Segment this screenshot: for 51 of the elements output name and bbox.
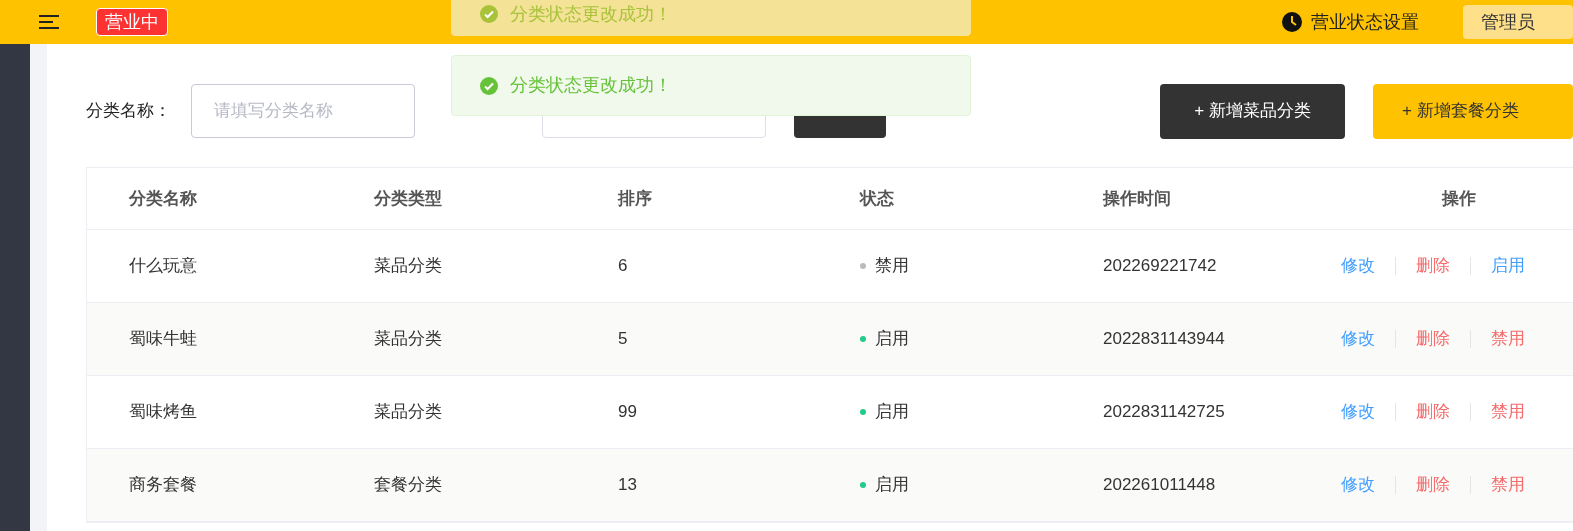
status-text: 启用 bbox=[875, 474, 909, 497]
column-header: 分类类型 bbox=[374, 187, 443, 210]
status-text: 启用 bbox=[875, 328, 909, 351]
disable-link[interactable]: 禁用 bbox=[1491, 326, 1525, 352]
add-combo-category-button[interactable]: + 新增套餐分类 bbox=[1373, 83, 1573, 139]
name-field[interactable]: 请填写分类名称 bbox=[190, 84, 415, 138]
add-dish-category-button[interactable]: + 新增菜品分类 bbox=[1160, 83, 1345, 139]
table-cell-text: 菜品分类 bbox=[374, 328, 442, 351]
table-cell-text: 6 bbox=[618, 255, 628, 278]
menu-icon[interactable] bbox=[38, 14, 60, 30]
table-cell-text: 菜品分类 bbox=[374, 401, 442, 424]
name-label: 分类名称： bbox=[86, 100, 172, 123]
edit-link[interactable]: 修改 bbox=[1341, 399, 1375, 425]
delete-link[interactable]: 删除 bbox=[1416, 472, 1450, 498]
table-cell-text: 什么玩意 bbox=[129, 255, 197, 278]
status-badge: 营业中 bbox=[96, 8, 168, 36]
table-cell-text: 套餐分类 bbox=[374, 474, 442, 497]
table-cell-text: 商务套餐 bbox=[129, 474, 197, 497]
table-cell-text: 99 bbox=[618, 401, 637, 424]
edit-link[interactable]: 修改 bbox=[1341, 253, 1375, 279]
table-cell-text: 2022831142725 bbox=[1103, 401, 1225, 424]
column-header: 分类名称 bbox=[129, 187, 198, 210]
delete-link[interactable]: 删除 bbox=[1416, 253, 1450, 279]
column-header: 操作时间 bbox=[1103, 187, 1172, 210]
enable-link[interactable]: 启用 bbox=[1491, 253, 1525, 279]
clock-icon bbox=[1281, 11, 1303, 33]
table-cell-text: 13 bbox=[618, 474, 637, 497]
delete-link[interactable]: 删除 bbox=[1416, 399, 1450, 425]
table-cell-text: 菜品分类 bbox=[374, 255, 442, 278]
disable-link[interactable]: 禁用 bbox=[1491, 472, 1525, 498]
table-cell-text: 5 bbox=[618, 328, 628, 351]
status-setting-button[interactable]: 营业状态设置 bbox=[1281, 8, 1419, 36]
disable-link[interactable]: 禁用 bbox=[1491, 399, 1525, 425]
check-circle-icon bbox=[480, 5, 498, 23]
user-button[interactable]: 管理员 bbox=[1463, 5, 1573, 39]
table-cell-text: 2022831143944 bbox=[1103, 328, 1225, 351]
toast-message: 分类状态更改成功！ bbox=[510, 2, 672, 26]
column-header: 操作 bbox=[1440, 187, 1477, 210]
column-header: 排序 bbox=[618, 187, 653, 210]
table-cell-text: 蜀味牛蛙 bbox=[129, 328, 197, 351]
column-header: 状态 bbox=[860, 187, 895, 210]
table-cell-text: 蜀味烤鱼 bbox=[129, 401, 197, 424]
edit-link[interactable]: 修改 bbox=[1341, 326, 1375, 352]
status-text: 启用 bbox=[875, 401, 909, 424]
status-text: 禁用 bbox=[875, 255, 909, 278]
edit-link[interactable]: 修改 bbox=[1341, 472, 1375, 498]
table-cell-text: 202269221742 bbox=[1103, 255, 1217, 278]
delete-link[interactable]: 删除 bbox=[1416, 326, 1450, 352]
table-cell-text: 202261011448 bbox=[1103, 474, 1216, 497]
check-circle-icon bbox=[480, 76, 498, 95]
toast-message: 分类状态更改成功！ bbox=[510, 74, 672, 97]
